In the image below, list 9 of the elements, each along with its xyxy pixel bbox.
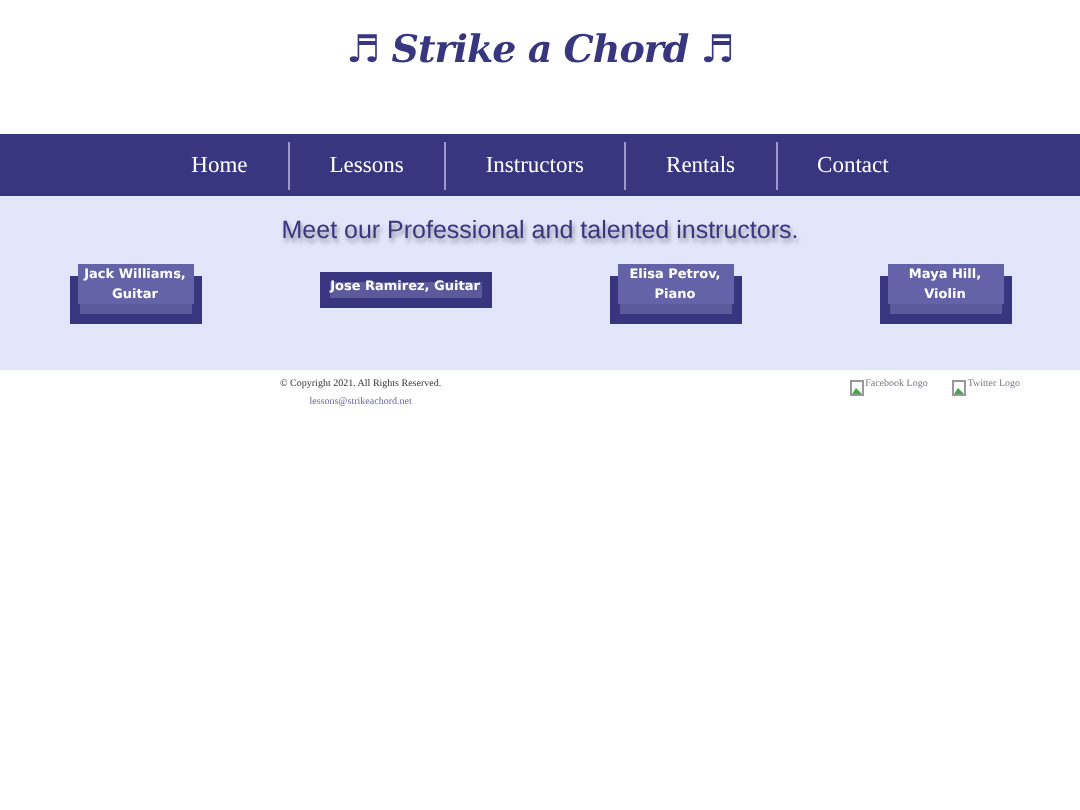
nav-link[interactable]: Lessons xyxy=(287,141,444,189)
nav-link[interactable]: Instructors xyxy=(443,141,625,189)
broken-image-icon xyxy=(849,380,864,396)
section-heading: Meet our Professional and talented instructors. xyxy=(279,216,801,244)
nav-link[interactable]: Contact xyxy=(775,141,929,189)
nav-link[interactable]: Home xyxy=(151,141,288,189)
site-title: ♬ Strike a Chord ♬ xyxy=(346,28,734,72)
broken-image-icon xyxy=(951,380,966,396)
nav-link[interactable]: Rentals xyxy=(624,141,776,189)
